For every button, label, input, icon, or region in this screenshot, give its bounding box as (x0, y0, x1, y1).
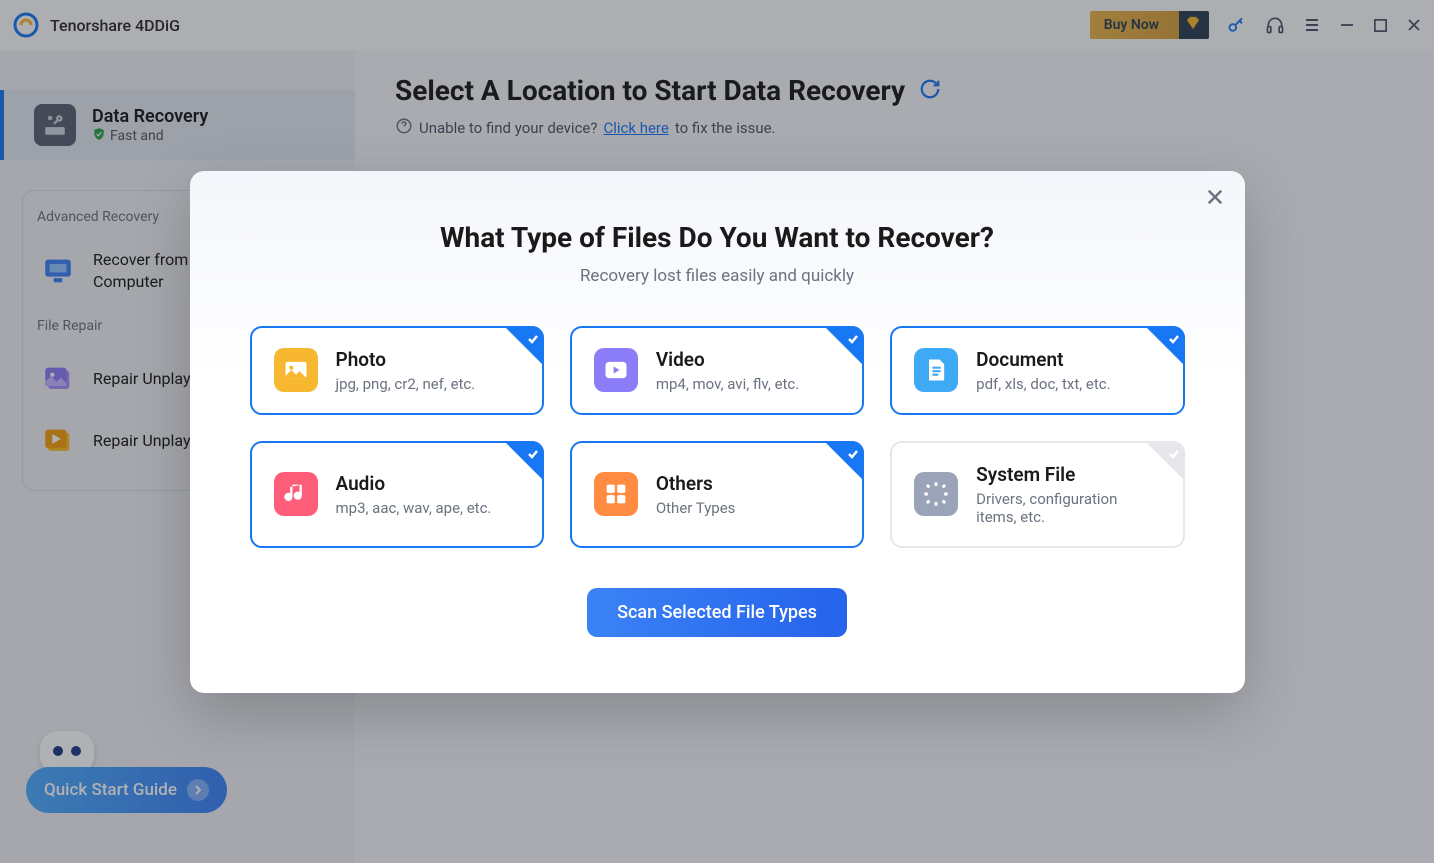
check-icon (847, 445, 859, 464)
file-type-icon (274, 472, 318, 516)
modal-subtitle: Recovery lost files easily and quickly (250, 266, 1185, 286)
check-icon (527, 445, 539, 464)
selection-corner (824, 326, 864, 366)
file-type-name: System File (976, 463, 1160, 486)
file-type-desc: mp4, mov, avi, flv, etc. (656, 375, 799, 393)
file-type-card-system-file[interactable]: System File Drivers, configuration items,… (890, 441, 1184, 548)
file-type-card-photo[interactable]: Photo jpg, png, cr2, nef, etc. (250, 326, 544, 415)
scan-button[interactable]: Scan Selected File Types (587, 588, 847, 637)
file-type-icon (914, 348, 958, 392)
file-type-desc: jpg, png, cr2, nef, etc. (336, 375, 476, 393)
file-type-icon (914, 472, 958, 516)
selection-corner (1145, 441, 1185, 481)
file-type-name: Others (656, 472, 736, 495)
selection-corner (1145, 326, 1185, 366)
file-type-card-audio[interactable]: Audio mp3, aac, wav, ape, etc. (250, 441, 544, 548)
file-type-icon (594, 348, 638, 392)
selection-corner (504, 441, 544, 481)
check-icon (527, 330, 539, 349)
file-type-card-video[interactable]: Video mp4, mov, avi, flv, etc. (570, 326, 864, 415)
selection-corner (824, 441, 864, 481)
file-type-icon (594, 472, 638, 516)
modal-close-button[interactable] (1205, 187, 1225, 211)
file-type-desc: pdf, xls, doc, txt, etc. (976, 375, 1110, 393)
file-type-card-document[interactable]: Document pdf, xls, doc, txt, etc. (890, 326, 1184, 415)
check-icon (1168, 330, 1180, 349)
selection-corner (504, 326, 544, 366)
check-icon (847, 330, 859, 349)
file-type-name: Photo (336, 348, 476, 371)
modal-overlay: What Type of Files Do You Want to Recove… (0, 0, 1434, 863)
file-type-desc: Other Types (656, 499, 736, 517)
file-type-name: Document (976, 348, 1110, 371)
file-type-modal: What Type of Files Do You Want to Recove… (190, 171, 1245, 693)
file-type-desc: mp3, aac, wav, ape, etc. (336, 499, 492, 517)
file-type-name: Video (656, 348, 799, 371)
file-type-icon (274, 348, 318, 392)
file-type-desc: Drivers, configuration items, etc. (976, 490, 1160, 526)
file-type-grid: Photo jpg, png, cr2, nef, etc. Video mp4, m… (250, 326, 1185, 548)
modal-title: What Type of Files Do You Want to Recove… (250, 221, 1185, 254)
file-type-card-others[interactable]: Others Other Types (570, 441, 864, 548)
file-type-name: Audio (336, 472, 492, 495)
check-icon (1168, 445, 1180, 464)
